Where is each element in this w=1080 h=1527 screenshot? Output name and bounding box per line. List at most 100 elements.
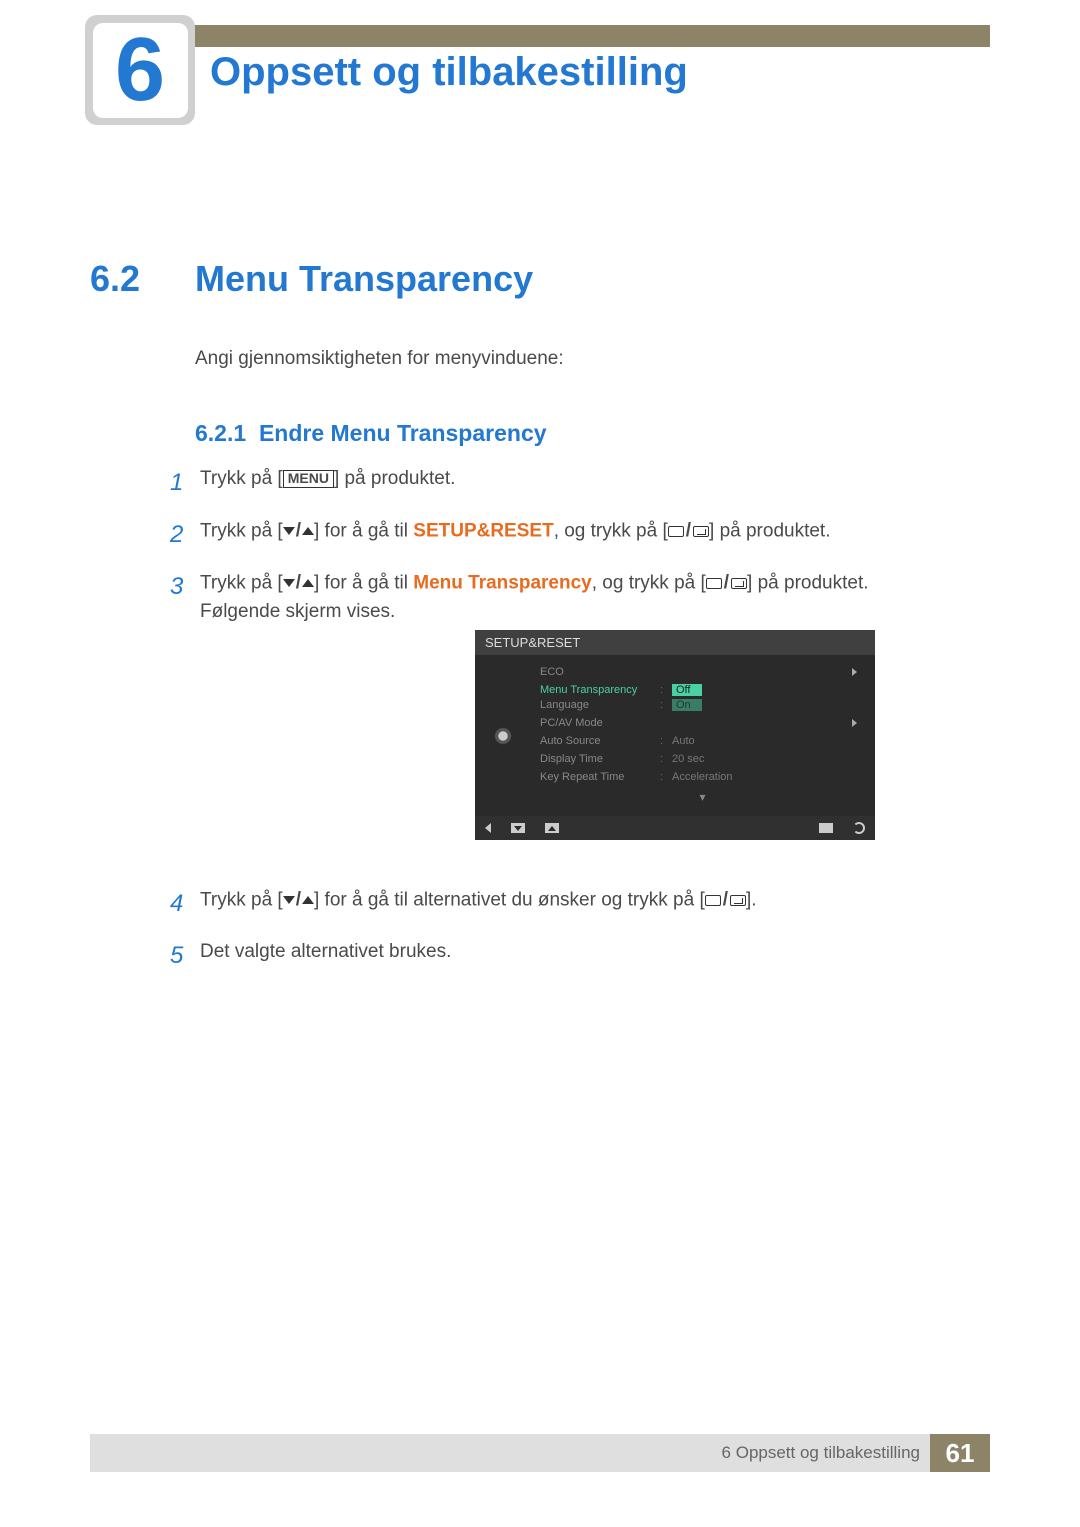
osd-value: Off: [672, 684, 865, 696]
step-text: Trykk på [/] for å gå til alternativet d…: [200, 886, 990, 922]
target-menu-transparency: Menu Transparency: [413, 572, 591, 593]
section-number: 6.2: [90, 258, 140, 300]
osd-header: SETUP&RESET: [475, 630, 875, 655]
osd-row-on: Language : On: [530, 696, 875, 714]
osd-option-on: On: [672, 699, 702, 711]
step-5: 5 Det valgte alternativet brukes.: [170, 938, 990, 974]
text-fragment: ] på produktet.: [709, 520, 830, 541]
top-bar: [90, 25, 990, 47]
chapter-title: Oppsett og tilbakestilling: [210, 50, 688, 95]
enter-buttons-icon: /: [706, 569, 747, 598]
text-fragment: ] på produktet.: [747, 572, 868, 593]
chevron-down-icon: ▾: [530, 786, 875, 808]
osd-menu: ECO Menu Transparency : Off Language : O…: [530, 655, 875, 816]
osd-value: [672, 666, 852, 678]
osd-colon: :: [660, 699, 672, 711]
osd-left-column: [475, 655, 530, 816]
subsection-number: 6.2.1: [195, 420, 246, 446]
intro-text: Angi gjennomsiktigheten for menyvinduene…: [195, 348, 564, 370]
text-fragment: Trykk på [: [200, 520, 283, 541]
chapter-badge: 6: [85, 15, 195, 125]
osd-body: ECO Menu Transparency : Off Language : O…: [475, 655, 875, 816]
osd-row-autosource: Auto Source : Auto: [530, 732, 875, 750]
osd-row-eco: ECO: [530, 663, 875, 681]
text-fragment: , og trykk på [: [554, 520, 668, 541]
chapter-badge-inner: 6: [93, 23, 188, 118]
subsection-title: Endre Menu Transparency: [259, 420, 547, 446]
footer-page-number: 61: [930, 1434, 990, 1472]
text-fragment: ].: [746, 889, 757, 910]
osd-value: Auto: [672, 735, 865, 747]
osd-label: Language: [540, 699, 660, 711]
step-text: Trykk på [MENU] på produktet.: [200, 465, 990, 501]
osd-row-pcav: PC/AV Mode: [530, 714, 875, 732]
osd-colon: [660, 717, 672, 729]
step-4: 4 Trykk på [/] for å gå til alternativet…: [170, 886, 990, 922]
steps-list: 1 Trykk på [MENU] på produktet. 2 Trykk …: [170, 465, 990, 642]
osd-colon: :: [660, 771, 672, 783]
osd-footer: [475, 816, 875, 840]
up-down-arrows-icon: /: [283, 886, 314, 915]
back-icon: [485, 823, 491, 833]
down-icon: [511, 823, 525, 833]
step-number: 4: [170, 886, 200, 922]
step-text: Trykk på [/] for å gå til Menu Transpare…: [200, 569, 990, 626]
osd-label: ECO: [540, 666, 660, 678]
osd-footer-left: [485, 823, 559, 833]
step-text: Trykk på [/] for å gå til SETUP&RESET, o…: [200, 517, 990, 553]
osd-value: 20 sec: [672, 753, 865, 765]
step-2: 2 Trykk på [/] for å gå til SETUP&RESET,…: [170, 517, 990, 553]
osd-label: PC/AV Mode: [540, 717, 660, 729]
step-number: 5: [170, 938, 200, 974]
chevron-right-icon: [852, 719, 857, 727]
text-fragment: Trykk på [: [200, 468, 283, 489]
osd-value: On: [672, 699, 865, 711]
target-setup-reset: SETUP&RESET: [413, 520, 553, 541]
text-fragment: ] på produktet.: [334, 468, 455, 489]
step-1: 1 Trykk på [MENU] på produktet.: [170, 465, 990, 501]
step-number: 2: [170, 517, 200, 553]
text-fragment: ] for å gå til: [314, 520, 413, 541]
text-fragment: ] for å gå til alternativet du ønsker og…: [314, 889, 705, 910]
enter-icon: [819, 823, 833, 833]
osd-label: Auto Source: [540, 735, 660, 747]
osd-footer-right: [819, 822, 865, 834]
step-number: 1: [170, 465, 200, 501]
text-fragment: ] for å gå til: [314, 572, 413, 593]
gear-icon: [491, 724, 515, 748]
up-down-arrows-icon: /: [283, 517, 314, 546]
osd-label: Menu Transparency: [540, 684, 660, 696]
osd-colon: :: [660, 684, 672, 696]
up-down-arrows-icon: /: [283, 569, 314, 598]
enter-buttons-icon: /: [705, 886, 746, 915]
osd-colon: :: [660, 753, 672, 765]
osd-value: Acceleration: [672, 771, 865, 783]
chevron-right-icon: [852, 668, 857, 676]
osd-label: Display Time: [540, 753, 660, 765]
return-icon: [853, 822, 865, 834]
enter-buttons-icon: /: [668, 517, 709, 546]
footer-bar: 6 Oppsett og tilbakestilling 61: [90, 1434, 990, 1472]
up-icon: [545, 823, 559, 833]
osd-colon: [660, 666, 672, 678]
osd-colon: :: [660, 735, 672, 747]
steps-list-2: 4 Trykk på [/] for å gå til alternativet…: [170, 886, 990, 990]
subsection-heading: 6.2.1 Endre Menu Transparency: [195, 420, 547, 447]
text-fragment: Trykk på [: [200, 889, 283, 910]
osd-label: Key Repeat Time: [540, 771, 660, 783]
text-fragment: , og trykk på [: [592, 572, 706, 593]
chapter-number: 6: [115, 25, 165, 115]
text-fragment: Følgende skjerm vises.: [200, 601, 395, 622]
osd-row-displaytime: Display Time : 20 sec: [530, 750, 875, 768]
step-number: 3: [170, 569, 200, 626]
step-3: 3 Trykk på [/] for å gå til Menu Transpa…: [170, 569, 990, 626]
text-fragment: Trykk på [: [200, 572, 283, 593]
footer-text: 6 Oppsett og tilbakestilling: [722, 1443, 920, 1463]
menu-button-icon: MENU: [283, 470, 334, 487]
osd-value: [672, 717, 852, 729]
step-text: Det valgte alternativet brukes.: [200, 938, 990, 974]
section-title: Menu Transparency: [195, 258, 533, 300]
osd-row-keyrepeat: Key Repeat Time : Acceleration: [530, 768, 875, 786]
osd-option-off: Off: [672, 684, 702, 696]
osd-screenshot: SETUP&RESET ECO Menu Transparency : Off …: [475, 630, 875, 840]
